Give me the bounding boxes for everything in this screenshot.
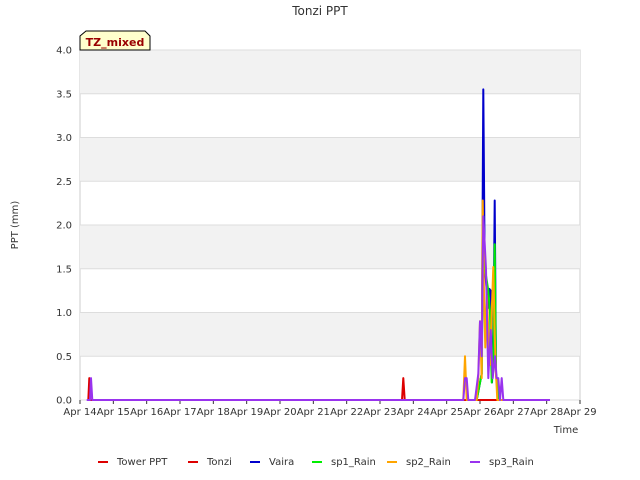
plot-band bbox=[80, 50, 580, 94]
x-tick-label: Apr 29 bbox=[563, 407, 596, 418]
x-tick-label: Apr 26 bbox=[463, 407, 496, 418]
y-tick-label: 2.0 bbox=[56, 221, 72, 232]
legend-label-sp3-rain: sp3_Rain bbox=[489, 457, 534, 468]
y-tick-label: 4.0 bbox=[56, 46, 72, 57]
plot-band bbox=[80, 137, 580, 182]
x-tick-label: Apr 18 bbox=[197, 407, 230, 418]
site-badge-label: TZ_mixed bbox=[86, 36, 145, 49]
y-tick-label: 1.0 bbox=[56, 308, 72, 319]
y-tick-label: 0.5 bbox=[56, 352, 72, 363]
y-tick-label: 3.0 bbox=[56, 133, 72, 144]
x-tick-label: Apr 22 bbox=[330, 407, 363, 418]
x-tick-label: Apr 19 bbox=[230, 407, 263, 418]
legend-label-sp2-rain: sp2_Rain bbox=[406, 457, 451, 468]
y-tick-label: 3.5 bbox=[56, 89, 72, 100]
x-tick-label: Apr 20 bbox=[263, 407, 296, 418]
chart: Tonzi PPT 0.0 0.5 1.0 1.5 2.0 2.5 3.0 3.5 4.0 Ap… bbox=[10, 4, 597, 468]
plot-band bbox=[80, 312, 580, 357]
y-axis-ticks: 0.0 0.5 1.0 1.5 2.0 2.5 3.0 3.5 4.0 bbox=[56, 46, 72, 407]
x-tick-label: Apr 21 bbox=[297, 407, 330, 418]
y-tick-label: 1.5 bbox=[56, 264, 72, 275]
y-tick-label: 2.5 bbox=[56, 177, 72, 188]
x-tick-label: Apr 23 bbox=[363, 407, 396, 418]
chart-title: Tonzi PPT bbox=[291, 4, 348, 18]
legend-label-tonzi: Tonzi bbox=[206, 457, 232, 468]
y-tick-label: 0.0 bbox=[56, 396, 72, 407]
site-badge: TZ_mixed bbox=[79, 30, 151, 51]
x-axis-ticks: Apr 14 Apr 15 Apr 16 Apr 17 Apr 18 Apr 19 Apr … bbox=[63, 400, 597, 418]
x-tick-label: Apr 16 bbox=[130, 407, 163, 418]
legend-label-vaira: Vaira bbox=[269, 457, 294, 468]
x-tick-label: Apr 14 bbox=[63, 407, 96, 418]
y-axis-label: PPT (mm) bbox=[10, 201, 21, 250]
legend: Tower PPT Tonzi Vaira sp1_Rain sp2_Rain sp3_R… bbox=[98, 457, 534, 468]
plot-band bbox=[80, 225, 580, 269]
x-tick-label: Apr 24 bbox=[397, 407, 430, 418]
x-axis-label: Time bbox=[553, 425, 578, 436]
x-tick-label: Apr 17 bbox=[163, 407, 196, 418]
x-tick-label: Apr 25 bbox=[430, 407, 463, 418]
legend-label-sp1-rain: sp1_Rain bbox=[331, 457, 376, 468]
legend-label-tower-ppt: Tower PPT bbox=[116, 457, 168, 468]
x-tick-label: Apr 27 bbox=[497, 407, 530, 418]
x-tick-label: Apr 15 bbox=[97, 407, 130, 418]
x-tick-label: Apr 28 bbox=[530, 407, 563, 418]
